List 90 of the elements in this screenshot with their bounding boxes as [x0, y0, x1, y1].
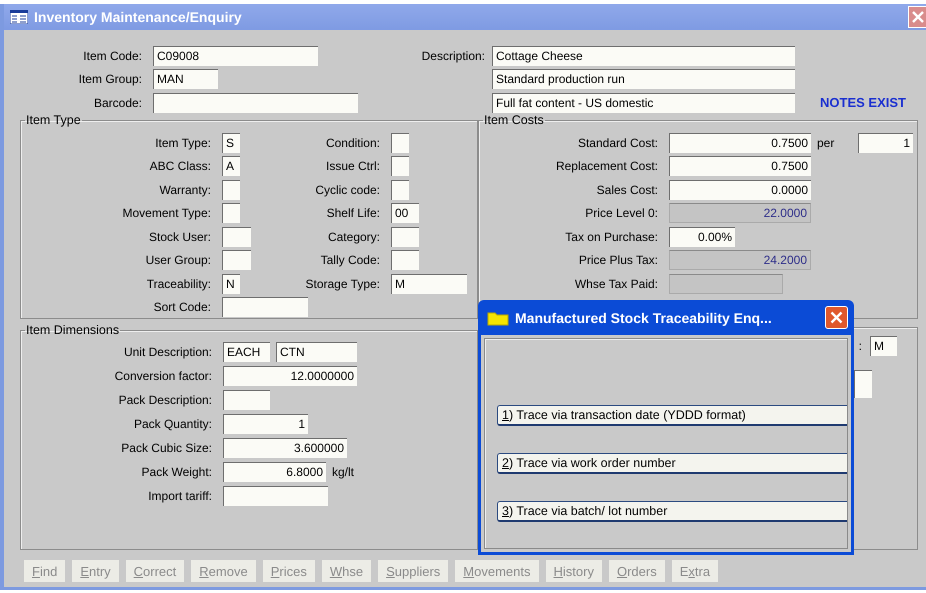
field-label: Issue Ctrl:: [324, 159, 381, 174]
text-field[interactable]: M: [870, 336, 897, 356]
text-field[interactable]: A: [222, 156, 240, 176]
field-label: User Group:: [144, 253, 212, 268]
close-icon: [912, 11, 924, 23]
text-field[interactable]: [669, 274, 783, 294]
text-field[interactable]: [223, 486, 328, 506]
text-field[interactable]: 0.7500: [669, 156, 811, 176]
text-field[interactable]: [391, 226, 419, 247]
field-label: Item Group:: [78, 72, 143, 86]
field-label: Import tariff:: [147, 489, 213, 503]
text-field[interactable]: [222, 180, 240, 200]
text-field[interactable]: C09008: [153, 46, 318, 66]
text-field[interactable]: M: [391, 274, 467, 294]
field-label: Pack Description:: [118, 393, 213, 407]
field-label: Unit Description:: [122, 345, 213, 359]
text-field[interactable]: 1: [858, 132, 913, 153]
text-field[interactable]: 22.0000: [669, 203, 811, 224]
field-label: Pack Weight:: [140, 465, 213, 479]
field-label: Item Code:: [82, 48, 143, 63]
text-field[interactable]: CTN: [276, 342, 357, 362]
text-field[interactable]: [222, 297, 308, 318]
text-field[interactable]: [222, 226, 251, 247]
field-label: Condition:: [324, 136, 381, 150]
field-label: Shelf Life:: [326, 206, 381, 220]
option-button[interactable]: 2) Trace via work order number: [497, 453, 847, 474]
field-label: Pack Cubic Size:: [120, 441, 213, 455]
field-label: Standard Cost:: [576, 136, 659, 150]
field-label: Replacement Cost:: [554, 159, 659, 174]
field-label: Description:: [420, 48, 486, 63]
field-label: Sort Code:: [152, 300, 212, 314]
field-label: Sales Cost:: [596, 182, 659, 197]
text-field[interactable]: [222, 250, 251, 270]
text-field[interactable]: EACH: [223, 342, 270, 362]
field-label: Warranty:: [158, 182, 212, 197]
text-field[interactable]: [391, 156, 409, 176]
window-title: Inventory Maintenance/Enquiry: [34, 9, 243, 25]
field-label: Storage Type:: [304, 276, 381, 291]
text-field[interactable]: [391, 250, 419, 270]
close-button[interactable]: [825, 306, 848, 329]
text-field[interactable]: 24.2000: [669, 250, 811, 270]
notes-indicator: NOTES EXIST: [820, 95, 906, 110]
field-label: Category:: [326, 230, 381, 244]
text-field[interactable]: [153, 92, 358, 113]
field-label: Pack Quantity:: [132, 417, 213, 431]
field-label: Tally Code:: [320, 253, 381, 268]
field-label: Cyclic code:: [314, 182, 381, 197]
per-label: per: [817, 136, 836, 150]
text-field[interactable]: [854, 370, 872, 398]
text-field[interactable]: 3.600000: [223, 438, 347, 458]
close-button[interactable]: [908, 6, 926, 28]
field-label: Barcode:: [92, 96, 143, 110]
option-button[interactable]: 1) Trace via transaction date (YDDD format): [497, 405, 847, 426]
unit-label: kg/lt: [332, 465, 354, 479]
text-field[interactable]: S: [222, 132, 240, 153]
group-title: Item Costs: [483, 113, 545, 128]
field-label: Price Level 0:: [584, 206, 659, 220]
text-field[interactable]: Standard production run: [492, 69, 795, 90]
text-field[interactable]: [222, 203, 240, 224]
field-label: Price Plus Tax:: [578, 253, 659, 268]
dialog-title: Manufactured Stock Traceability Enq...: [515, 310, 773, 326]
field-label: ABC Class:: [148, 159, 212, 174]
field-label: Movement Type:: [122, 206, 212, 220]
field-label: :: [858, 339, 862, 353]
field-label: Item Type:: [154, 136, 212, 150]
text-field[interactable]: 6.8000: [223, 462, 326, 482]
text-field[interactable]: 0.7500: [669, 132, 811, 153]
text-field[interactable]: 1: [223, 414, 308, 434]
field-label: Tax on Purchase:: [564, 230, 659, 244]
text-field[interactable]: [391, 180, 409, 200]
text-field[interactable]: N: [222, 274, 240, 294]
text-field[interactable]: 0.00%: [669, 226, 735, 247]
form-icon: [10, 10, 28, 24]
text-field[interactable]: [223, 390, 270, 410]
text-field[interactable]: Full fat content - US domestic: [492, 92, 795, 113]
option-button[interactable]: 3) Trace via batch/ lot number: [497, 501, 847, 522]
group-title: Item Type: [25, 113, 82, 128]
field-label: Whse Tax Paid:: [574, 276, 659, 291]
text-field[interactable]: MAN: [153, 69, 218, 90]
text-field[interactable]: [391, 132, 409, 153]
text-field[interactable]: 00: [391, 203, 419, 224]
group-title: Item Dimensions: [25, 323, 120, 338]
text-field[interactable]: 12.0000000: [223, 366, 357, 386]
text-field[interactable]: Cottage Cheese: [492, 46, 795, 66]
field-label: Stock User:: [148, 230, 212, 244]
folder-icon: [487, 310, 509, 326]
close-icon: [830, 311, 843, 324]
text-field[interactable]: 0.0000: [669, 180, 811, 200]
field-label: Conversion factor:: [114, 369, 213, 383]
field-label: Traceability:: [146, 276, 212, 291]
